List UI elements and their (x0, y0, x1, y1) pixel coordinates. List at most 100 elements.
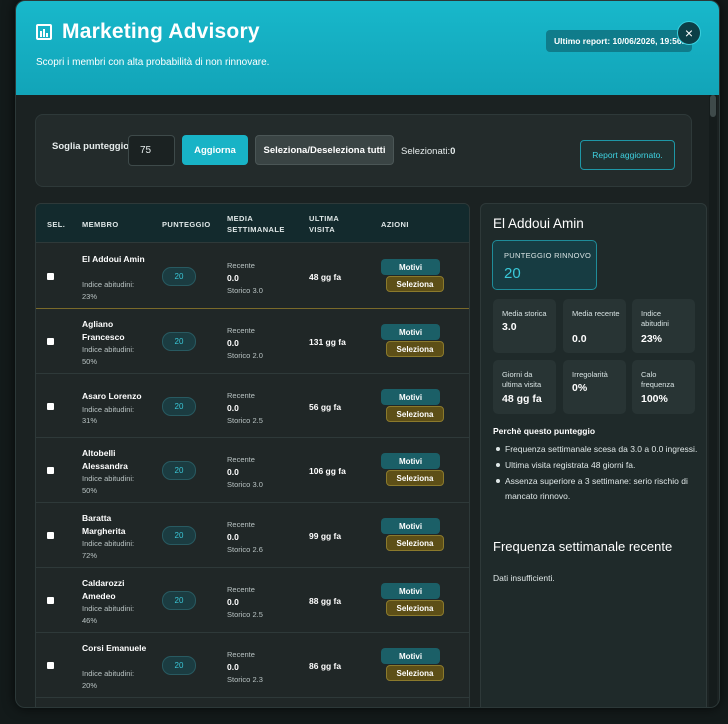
row-select-checkbox[interactable] (47, 403, 54, 410)
bar-chart-icon (36, 24, 52, 40)
motivi-button[interactable]: Motivi (381, 453, 440, 469)
weekly-average-cell: Recente 0.0 Storico 3.0 (227, 260, 263, 297)
seleziona-button[interactable]: Seleziona (386, 535, 444, 551)
weekly-average-cell: Recente 0.0 Storico 2.5 (227, 584, 263, 621)
row-select-checkbox[interactable] (47, 338, 54, 345)
stat-value: 100% (641, 393, 668, 405)
col-header-actions: AZIONI (381, 220, 409, 229)
table-row[interactable]: CaponeraRecenteMotivi (36, 698, 469, 707)
table-row[interactable]: Baratta Margherita Indice abitudini: 72% 2… (36, 503, 469, 568)
history-value: Storico 2.6 (227, 544, 263, 556)
member-name: Agliano Francesco (82, 319, 125, 342)
weekly-frequency-empty-message: Dati insufficienti. (493, 573, 555, 583)
recent-label: Recente (227, 326, 255, 335)
recent-label: Recente (227, 520, 255, 529)
member-habit-index: Indice abitudini: 50% (82, 345, 135, 366)
member-habit-index: Indice abitudini: 31% (82, 404, 135, 426)
member-name: Baratta Margherita (82, 513, 126, 536)
row-select-checkbox[interactable] (47, 273, 54, 280)
col-header-sel: SEL. (47, 220, 66, 229)
history-prefix: Storico (227, 545, 253, 554)
member-name: Caldarozzi Amedeo (82, 578, 125, 601)
seleziona-button[interactable]: Seleziona (386, 276, 444, 292)
seleziona-button[interactable]: Seleziona (386, 600, 444, 616)
last-visit-cell: 88 gg fa (309, 596, 342, 606)
score-reasons-title: Perchè questo punteggio (493, 426, 596, 436)
weekly-average-cell: Recente 0.0 Storico 2.3 (227, 649, 263, 686)
threshold-input[interactable] (128, 135, 175, 166)
history-number: 2.6 (252, 545, 263, 554)
member-habit-index: Indice abitudini: 23% (82, 280, 135, 301)
seleziona-button[interactable]: Seleziona (386, 406, 444, 422)
table-row[interactable]: Caldarozzi Amedeo Indice abitudini: 46% 20… (36, 568, 469, 633)
member-name: El Addoui Amin (82, 254, 145, 264)
last-visit-cell: 99 gg fa (309, 531, 342, 541)
history-number: 2.5 (252, 610, 263, 619)
last-visit-cell: 86 gg fa (309, 661, 342, 671)
member-name: Asaro Lorenzo (82, 391, 142, 401)
stat-label: Irregolarità (572, 370, 608, 379)
score-badge: 20 (162, 591, 196, 610)
reason-item: Frequenza settimanale scesa da 3.0 a 0.0… (493, 442, 698, 457)
table-row[interactable]: Altobelli Alessandra Indice abitudini: 50… (36, 438, 469, 503)
stat-label: Calo frequenza (641, 370, 675, 389)
motivi-button[interactable]: Motivi (381, 583, 440, 599)
modal-title: Marketing Advisory (62, 20, 260, 43)
motivi-button[interactable]: Motivi (381, 324, 440, 340)
modal-scrollbar[interactable] (709, 95, 717, 707)
col-header-score: PUNTEGGIO (162, 220, 211, 229)
score-badge: 20 (162, 397, 196, 416)
header-title-group: Marketing Advisory (36, 20, 260, 44)
members-table: SEL. MEMBRO PUNTEGGIO MEDIA SETTIMANALE … (35, 203, 470, 707)
weekly-average-cell: Recente 0.0 Storico 2.5 (227, 390, 263, 427)
stat-value: 48 gg fa (502, 393, 542, 405)
table-row[interactable]: Agliano Francesco Indice abitudini: 50% 20… (36, 309, 469, 374)
close-button[interactable]: × (677, 21, 701, 45)
modal-header: Marketing Advisory Scopri i membri con a… (16, 1, 719, 95)
stat-label: Media recente (572, 309, 620, 318)
stat-card-calo-frequenza: Calo frequenza 100% (632, 360, 695, 414)
table-header: SEL. MEMBRO PUNTEGGIO MEDIA SETTIMANALE … (36, 204, 469, 243)
member-habit-index: Indice abitudini: 46% (82, 604, 135, 625)
history-prefix: Storico (227, 480, 253, 489)
selected-count: 0 (450, 146, 456, 157)
row-select-checkbox[interactable] (47, 662, 54, 669)
seleziona-button[interactable]: Seleziona (386, 665, 444, 681)
score-badge: 20 (162, 332, 196, 351)
seleziona-button[interactable]: Seleziona (386, 341, 444, 357)
member-habit-index: Indice abitudini: 72% (82, 539, 135, 560)
col-header-weekly-avg: MEDIA SETTIMANALE (227, 214, 285, 234)
motivi-button[interactable]: Motivi (381, 518, 440, 534)
motivi-button[interactable]: Motivi (381, 389, 440, 405)
scrollbar-thumb[interactable] (710, 95, 716, 117)
select-all-button[interactable]: Seleziona/Deseleziona tutti (255, 135, 394, 165)
stat-card-giorni-ultima-visita: Giorni da ultima visita 48 gg fa (493, 360, 556, 414)
refresh-button[interactable]: Aggiorna (182, 135, 248, 165)
last-visit-cell: 56 gg fa (309, 402, 342, 412)
table-row[interactable]: Asaro Lorenzo Indice abitudini: 31% 20 Rece… (36, 374, 469, 438)
history-number: 2.0 (252, 351, 263, 360)
row-select-checkbox[interactable] (47, 597, 54, 604)
motivi-button[interactable]: Motivi (381, 259, 440, 275)
threshold-label: Soglia punteggio (52, 141, 130, 152)
recent-label: Recente (227, 585, 255, 594)
seleziona-button[interactable]: Seleziona (386, 470, 444, 486)
history-value: Storico 2.0 (227, 350, 263, 362)
last-visit-cell: 48 gg fa (309, 272, 342, 282)
history-value: Storico 3.0 (227, 285, 263, 297)
table-row[interactable]: Corsi Emanuele Indice abitudini: 20% 20 Rec… (36, 633, 469, 698)
score-badge: 20 (162, 656, 196, 675)
row-select-checkbox[interactable] (47, 467, 54, 474)
filter-toolbar: Soglia punteggio Aggiorna Seleziona/Dese… (35, 114, 692, 187)
row-select-checkbox[interactable] (47, 532, 54, 539)
renewal-score-label: PUNTEGGIO RINNOVO (504, 251, 592, 260)
stat-value: 3.0 (502, 321, 517, 333)
member-name: Corsi Emanuele (82, 643, 147, 653)
motivi-button[interactable]: Motivi (381, 648, 440, 664)
table-row[interactable]: El Addoui Amin Indice abitudini: 23% 20 Rec… (36, 244, 469, 309)
stat-value: 0% (572, 382, 588, 394)
reason-item: Ultima visita registrata 48 giorni fa. (493, 458, 698, 473)
reason-item: Assenza superiore a 3 settimane: serio r… (493, 474, 698, 504)
score-badge: 20 (162, 461, 196, 480)
member-habit-index: Indice abitudini: 20% (82, 669, 135, 690)
